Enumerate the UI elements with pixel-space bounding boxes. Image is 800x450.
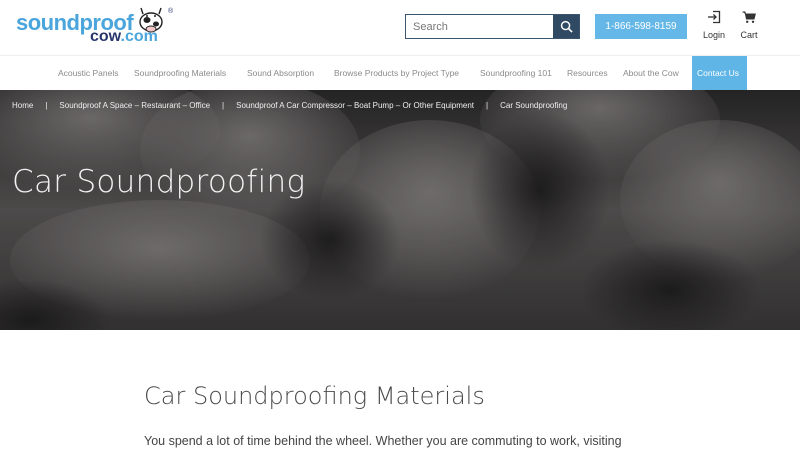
nav-item-sound-absorption[interactable]: Sound Absorption	[247, 56, 314, 90]
nav-item-contact-us[interactable]: Contact Us	[692, 56, 747, 90]
login-icon	[708, 10, 721, 24]
breadcrumb-separator: |	[45, 101, 48, 110]
main-content: Car Soundproofing Materials You spend a …	[0, 330, 800, 450]
login-label: Login	[702, 30, 726, 40]
section-title: Car Soundproofing Materials	[144, 382, 485, 410]
breadcrumb: Home | Soundproof A Space – Restaurant – O…	[12, 101, 567, 110]
breadcrumb-separator: |	[222, 101, 225, 110]
intro-paragraph: You spend a lot of time behind the wheel…	[144, 434, 622, 448]
page-title: Car Soundproofing	[12, 164, 306, 200]
breadcrumb-separator: |	[486, 101, 489, 110]
main-nav: Acoustic Panels Soundproofing Materials …	[0, 56, 800, 90]
cart-label: Cart	[740, 30, 758, 40]
search-bar	[405, 14, 580, 39]
search-icon	[560, 20, 573, 33]
nav-item-browse-by-project[interactable]: Browse Products by Project Type	[334, 56, 459, 90]
registered-mark: ®	[168, 8, 174, 15]
cart-icon	[742, 11, 756, 23]
search-button[interactable]	[553, 15, 579, 38]
nav-item-soundproofing-materials[interactable]: Soundproofing Materials	[134, 56, 226, 90]
nav-item-acoustic-panels[interactable]: Acoustic Panels	[58, 56, 118, 90]
nav-item-resources[interactable]: Resources	[567, 56, 608, 90]
nav-item-about-the-cow[interactable]: About the Cow	[623, 56, 679, 90]
foam-background-image	[0, 90, 800, 330]
breadcrumb-home[interactable]: Home	[12, 101, 33, 110]
breadcrumb-current: Car Soundproofing	[500, 101, 568, 110]
search-input[interactable]	[406, 15, 553, 38]
breadcrumb-soundproof-car-compressor[interactable]: Soundproof A Car Compressor – Boat Pump …	[236, 101, 474, 110]
site-header: soundproof cow.com ® 1-866-598-8159	[0, 0, 800, 56]
hero-banner: Home | Soundproof A Space – Restaurant – O…	[0, 90, 800, 330]
nav-item-soundproofing-101[interactable]: Soundproofing 101	[480, 56, 552, 90]
phone-button[interactable]: 1-866-598-8159	[595, 14, 687, 39]
cart-link[interactable]: Cart	[738, 10, 760, 40]
logo-word-cow-text: cow	[90, 28, 121, 45]
site-logo[interactable]: soundproof cow.com ®	[14, 6, 179, 50]
breadcrumb-soundproof-space[interactable]: Soundproof A Space – Restaurant – Office	[59, 101, 210, 110]
login-link[interactable]: Login	[700, 10, 728, 40]
cow-icon	[139, 7, 163, 33]
